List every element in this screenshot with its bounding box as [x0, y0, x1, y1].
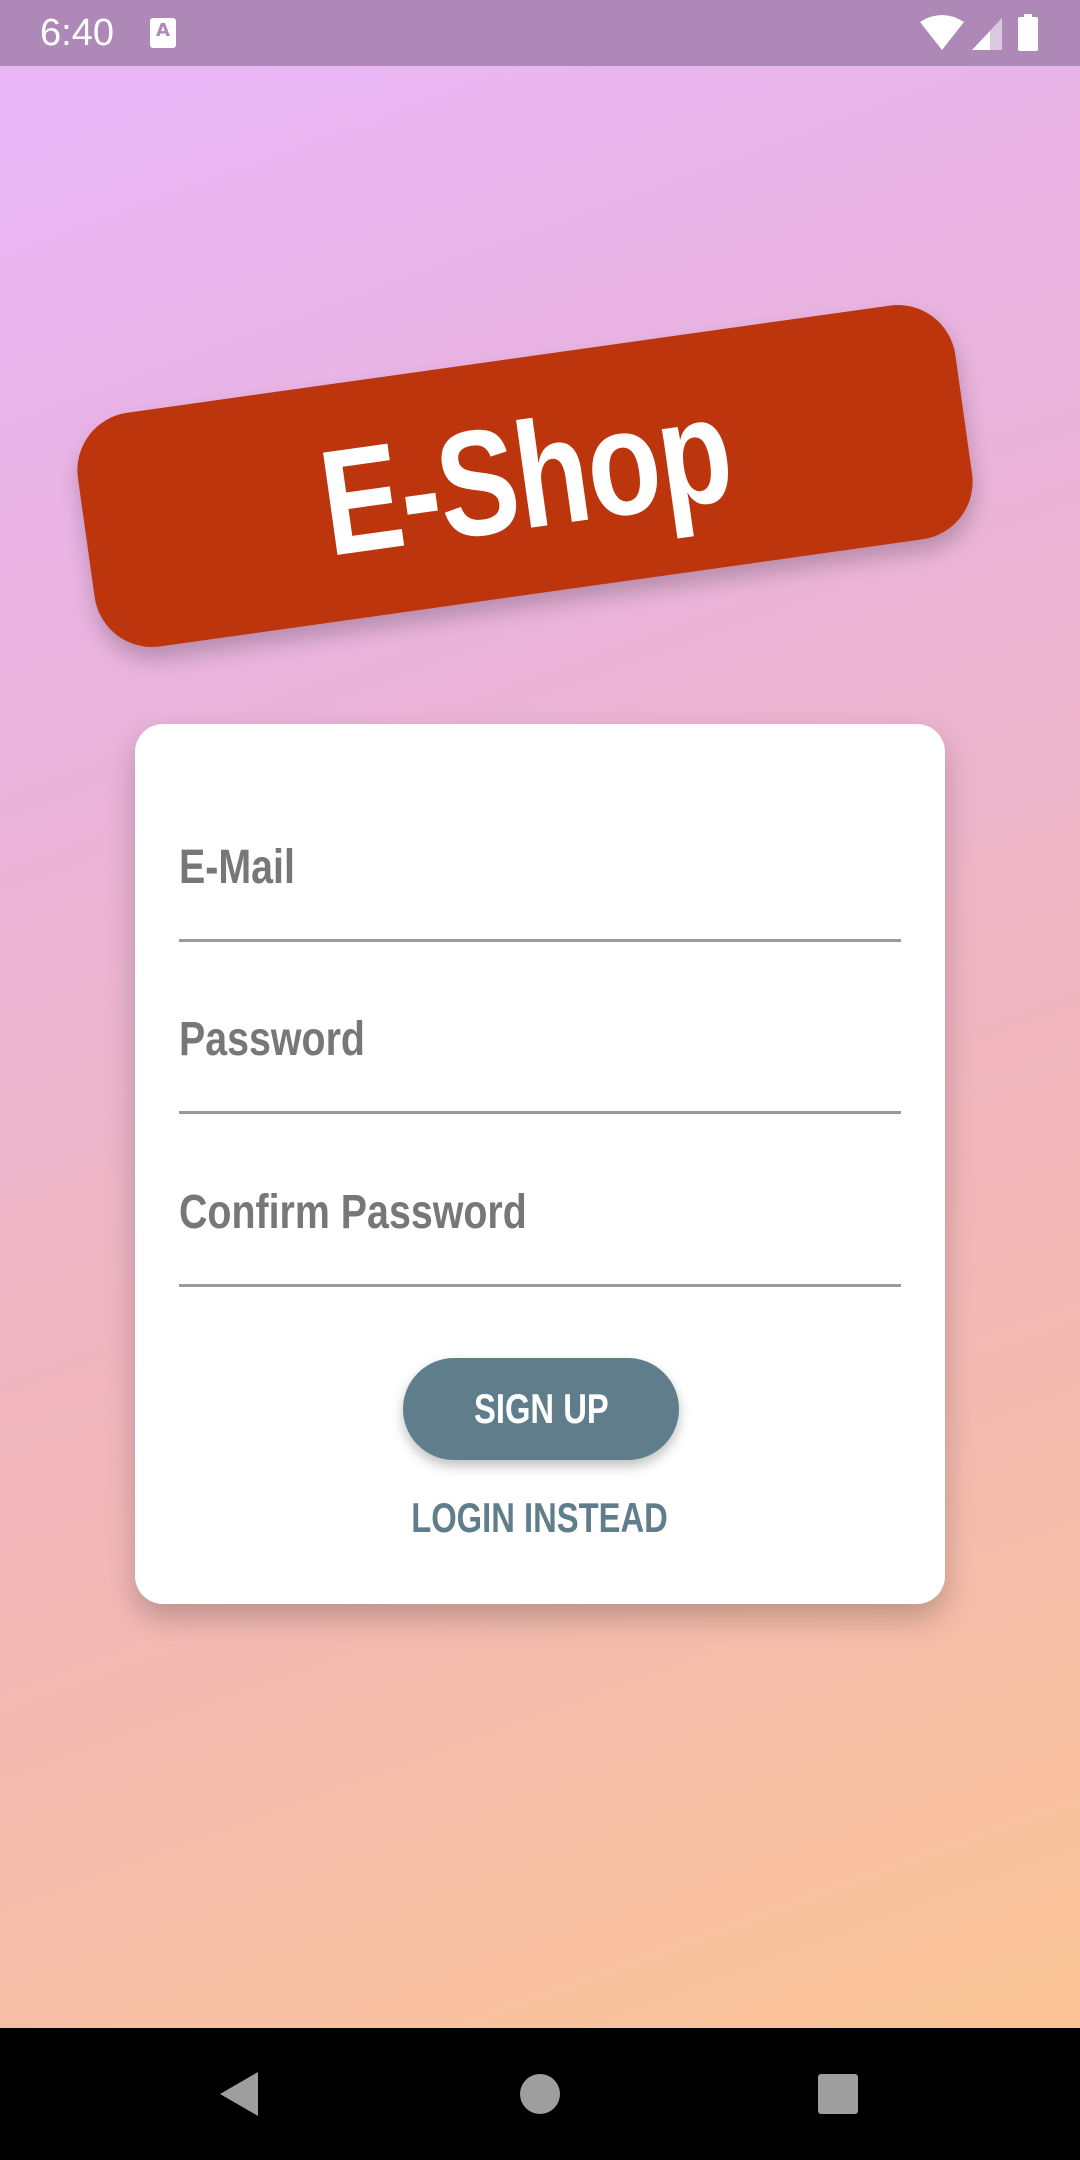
login-instead-link[interactable]: LOGIN INSTEAD — [135, 1494, 945, 1542]
email-field[interactable]: E-Mail — [179, 792, 901, 942]
battery-icon — [1018, 14, 1038, 51]
password-label: Password — [179, 1013, 365, 1066]
logo-badge: E-Shop — [69, 297, 981, 655]
signup-button-label: SIGN UP — [473, 1385, 609, 1432]
back-button[interactable] — [204, 2058, 276, 2130]
notification-a-icon: A — [150, 18, 176, 48]
recents-icon — [818, 2074, 858, 2114]
status-time: 6:40 — [40, 12, 114, 54]
signal-icon — [972, 18, 1002, 50]
navigation-bar — [0, 2028, 1080, 2160]
confirm-password-field[interactable]: Confirm Password — [179, 1137, 901, 1287]
back-icon — [220, 2072, 258, 2116]
confirm-password-underline — [179, 1284, 901, 1287]
signup-button[interactable]: SIGN UP — [403, 1358, 679, 1460]
password-underline — [179, 1111, 901, 1114]
status-icons — [920, 14, 1044, 54]
wifi-icon — [920, 15, 964, 50]
confirm-password-label: Confirm Password — [179, 1186, 527, 1239]
signup-card: E-Mail Password Confirm Password SIGN UP… — [135, 724, 945, 1604]
signup-screen: 6:40 A E-Shop E-Mail Password Confirm Pa… — [0, 0, 1080, 2160]
login-instead-label: LOGIN INSTEAD — [411, 1494, 669, 1541]
home-button[interactable] — [504, 2058, 576, 2130]
email-underline — [179, 939, 901, 942]
home-icon — [520, 2074, 560, 2114]
email-label: E-Mail — [179, 841, 295, 894]
recents-button[interactable] — [802, 2058, 874, 2130]
password-field[interactable]: Password — [179, 964, 901, 1114]
logo-text: E-Shop — [310, 364, 740, 588]
status-bar: 6:40 A — [0, 0, 1080, 66]
